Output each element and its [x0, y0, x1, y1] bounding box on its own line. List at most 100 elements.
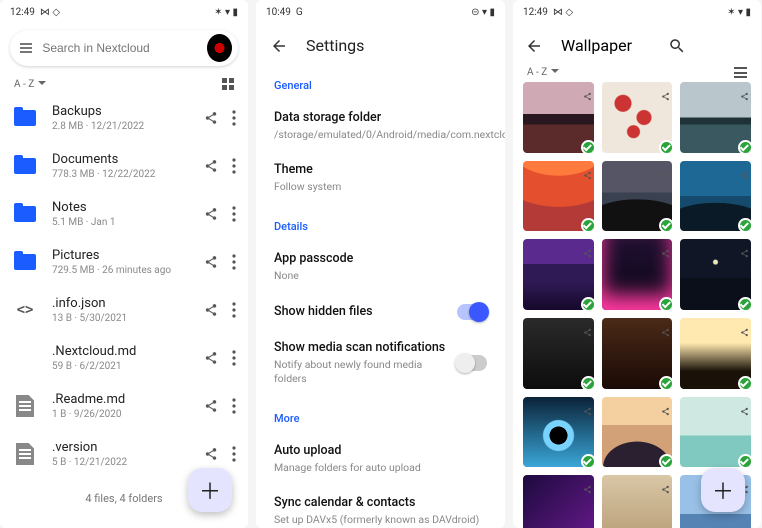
- wallpaper-thumb[interactable]: [523, 239, 594, 310]
- wallpaper-grid: [513, 82, 761, 528]
- synced-check-icon: [659, 376, 672, 389]
- wallpaper-thumb[interactable]: [680, 239, 751, 310]
- share-icon[interactable]: [740, 401, 749, 420]
- fab-add-button[interactable]: ＋: [188, 468, 232, 512]
- clock: 10:49 G: [266, 7, 303, 18]
- list-item[interactable]: .Readme.md1 B · 9/26/2020: [6, 382, 242, 430]
- setting-passcode[interactable]: App passcode None: [274, 241, 487, 293]
- sort-button[interactable]: A - Z: [527, 67, 559, 78]
- more-icon[interactable]: [232, 206, 236, 222]
- list-item[interactable]: Documents778.3 MB · 12/22/2022: [6, 142, 242, 190]
- wallpaper-thumb[interactable]: [602, 475, 673, 528]
- list-item[interactable]: Notes5.1 MB · Jan 1: [6, 190, 242, 238]
- share-icon[interactable]: [204, 255, 218, 269]
- synced-check-icon: [659, 218, 672, 231]
- status-icons: ⊝ ▾ ▮: [471, 7, 495, 18]
- share-icon[interactable]: [204, 159, 218, 173]
- share-icon[interactable]: [661, 479, 670, 498]
- item-name: Pictures: [52, 248, 204, 263]
- list-item[interactable]: <>.info.json13 B · 5/30/2021: [6, 286, 242, 334]
- section-details: Details: [274, 204, 487, 241]
- wallpaper-thumb[interactable]: [602, 82, 673, 153]
- setting-media-scan[interactable]: Show media scan notifications Notify abo…: [274, 330, 487, 396]
- share-icon[interactable]: [583, 479, 592, 498]
- settings-screen: 10:49 G ⊝ ▾ ▮ Settings General Data stor…: [256, 0, 505, 528]
- folder-icon: [14, 110, 36, 126]
- share-icon[interactable]: [740, 322, 749, 341]
- item-name: .Readme.md: [52, 392, 204, 407]
- wallpaper-thumb[interactable]: [680, 161, 751, 232]
- fab-add-button[interactable]: ＋: [701, 468, 745, 512]
- more-icon[interactable]: [232, 158, 236, 174]
- search-input[interactable]: [42, 41, 197, 55]
- share-icon[interactable]: [204, 447, 218, 461]
- share-icon[interactable]: [583, 165, 592, 184]
- more-icon[interactable]: [232, 446, 236, 462]
- list-item[interactable]: .Nextcloud.md59 B · 6/2/2021: [6, 334, 242, 382]
- share-icon[interactable]: [204, 351, 218, 365]
- file-icon: [16, 443, 34, 465]
- share-icon[interactable]: [661, 401, 670, 420]
- search-icon[interactable]: [668, 37, 686, 55]
- wallpaper-thumb[interactable]: [523, 397, 594, 468]
- code-icon: <>: [17, 302, 34, 318]
- list-item[interactable]: Backups2.8 MB · 12/21/2022: [6, 94, 242, 142]
- share-icon[interactable]: [661, 165, 670, 184]
- more-icon[interactable]: [232, 254, 236, 270]
- more-icon[interactable]: [232, 110, 236, 126]
- synced-check-icon: [659, 140, 672, 153]
- section-general: General: [274, 63, 487, 100]
- setting-sync[interactable]: Sync calendar & contacts Set up DAVx5 (f…: [274, 485, 487, 528]
- wallpaper-thumb[interactable]: [602, 397, 673, 468]
- toggle-media-scan[interactable]: [457, 355, 487, 371]
- toggle-hidden-files[interactable]: [457, 304, 487, 320]
- wallpaper-thumb[interactable]: [523, 475, 594, 528]
- synced-check-icon: [581, 297, 594, 310]
- share-icon[interactable]: [661, 86, 670, 105]
- share-icon[interactable]: [583, 401, 592, 420]
- setting-theme[interactable]: Theme Follow system: [274, 152, 487, 204]
- share-icon[interactable]: [740, 165, 749, 184]
- share-icon[interactable]: [204, 399, 218, 413]
- wallpaper-thumb[interactable]: [523, 161, 594, 232]
- wallpaper-thumb[interactable]: [523, 82, 594, 153]
- menu-icon[interactable]: [20, 43, 32, 53]
- setting-auto-upload[interactable]: Auto upload Manage folders for auto uplo…: [274, 433, 487, 485]
- wallpaper-thumb[interactable]: [523, 318, 594, 389]
- synced-check-icon: [738, 297, 751, 310]
- setting-storage[interactable]: Data storage folder /storage/emulated/0/…: [274, 100, 487, 152]
- share-icon[interactable]: [661, 243, 670, 262]
- more-icon[interactable]: [232, 350, 236, 366]
- list-item[interactable]: Pictures729.5 MB · 26 minutes ago: [6, 238, 242, 286]
- more-icon[interactable]: [232, 302, 236, 318]
- share-icon[interactable]: [740, 243, 749, 262]
- wallpaper-thumb[interactable]: [680, 318, 751, 389]
- item-meta: 5 B · 12/21/2022: [52, 457, 204, 468]
- search-bar[interactable]: [10, 30, 238, 66]
- share-icon[interactable]: [204, 111, 218, 125]
- wallpaper-thumb[interactable]: [602, 239, 673, 310]
- share-icon[interactable]: [583, 243, 592, 262]
- share-icon[interactable]: [583, 86, 592, 105]
- wallpaper-thumb[interactable]: [680, 397, 751, 468]
- synced-check-icon: [581, 376, 594, 389]
- share-icon[interactable]: [740, 86, 749, 105]
- view-toggle-icon[interactable]: [222, 78, 234, 90]
- back-icon[interactable]: [270, 37, 288, 55]
- share-icon[interactable]: [583, 322, 592, 341]
- share-icon[interactable]: [204, 303, 218, 317]
- synced-check-icon: [659, 454, 672, 467]
- share-icon[interactable]: [204, 207, 218, 221]
- wallpaper-thumb[interactable]: [680, 82, 751, 153]
- avatar[interactable]: [207, 34, 232, 62]
- setting-hidden-files[interactable]: Show hidden files: [274, 294, 487, 330]
- wallpaper-thumb[interactable]: [602, 161, 673, 232]
- wallpaper-thumb[interactable]: [602, 318, 673, 389]
- sort-button[interactable]: A - Z: [14, 79, 46, 90]
- back-icon[interactable]: [525, 37, 543, 55]
- section-more: More: [274, 396, 487, 433]
- page-title: Wallpaper: [561, 36, 632, 55]
- more-icon[interactable]: [232, 398, 236, 414]
- share-icon[interactable]: [661, 322, 670, 341]
- view-toggle-icon[interactable]: [734, 67, 747, 78]
